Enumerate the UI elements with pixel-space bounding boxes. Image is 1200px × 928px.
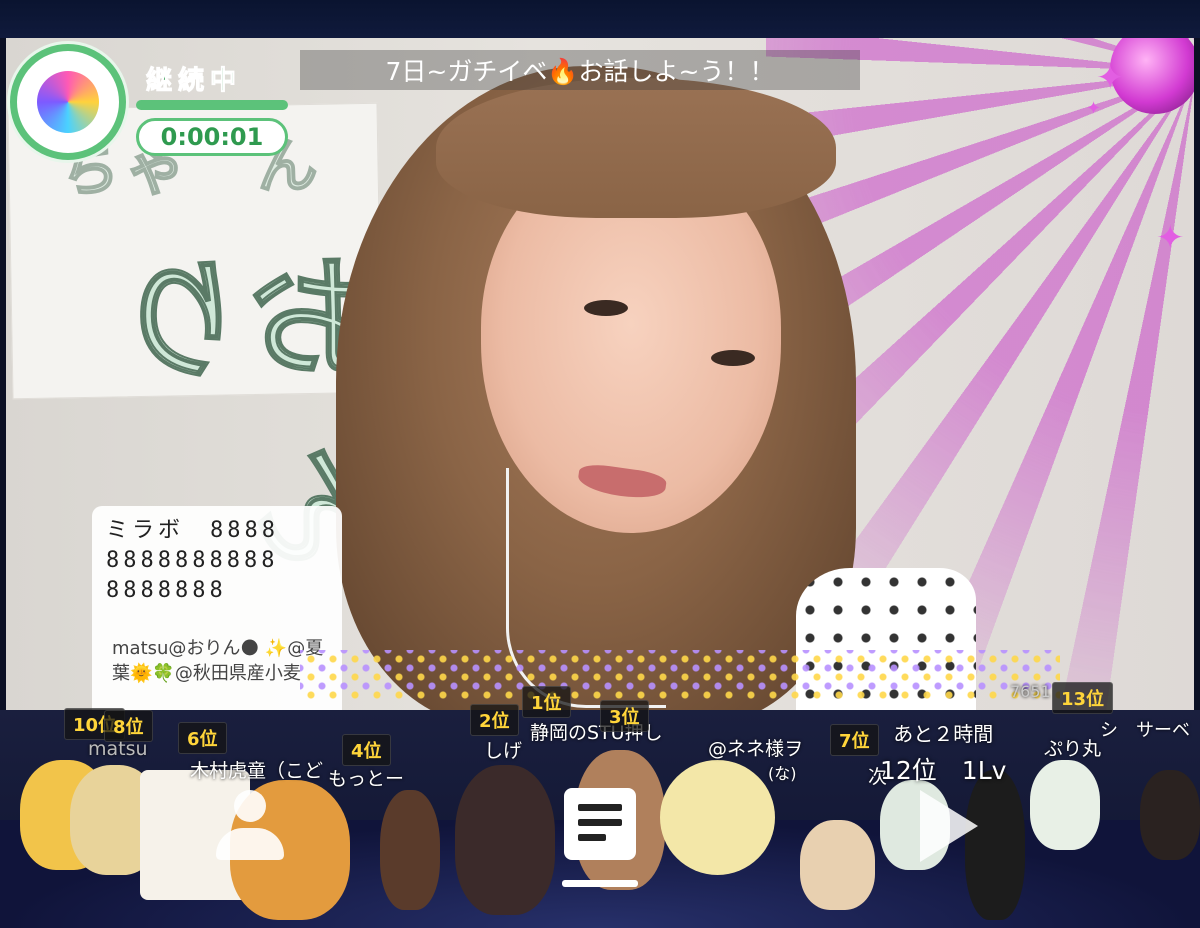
rank-info: あと２時間 12位 1Lv	[880, 718, 1006, 787]
stream-title: 7日~ガチイベ🔥お話しよ~う！！	[300, 50, 860, 90]
rank-tag: 1位	[522, 686, 571, 718]
view-count: 7651	[1010, 682, 1051, 701]
rank-tag: 13位	[1052, 682, 1114, 714]
user-icon-body	[216, 828, 284, 860]
avatar	[380, 790, 440, 910]
avatar	[1140, 770, 1200, 860]
rank-name-fragment: (な)	[768, 764, 797, 783]
rank-tag: 3位	[600, 700, 649, 732]
sparkle-icon: ✦	[1096, 58, 1125, 98]
disco-ball-icon	[37, 71, 99, 133]
avatar	[660, 760, 775, 875]
status-label: 継続中	[145, 66, 243, 97]
user-icon[interactable]	[212, 788, 286, 862]
comment-card: ミラボ 8888 8888888888 8888888 matsu@おりん🌑 ✨…	[92, 506, 342, 741]
next-arrow-icon[interactable]	[920, 790, 978, 862]
status-badge	[10, 44, 126, 160]
avatar	[455, 765, 555, 915]
confetti-effect	[300, 650, 1060, 700]
menu-line	[578, 834, 606, 841]
stream-timer: 0:00:01	[136, 118, 288, 156]
rank-name: ぷり丸	[1044, 738, 1102, 760]
rank-name: 木村虎童（こど	[190, 760, 324, 782]
rank-name-fragment: matsu	[88, 738, 148, 760]
status-progress-bar	[136, 100, 288, 110]
current-rank-level: 12位 1Lv	[880, 756, 1007, 785]
rank-name: @ネネ様ヲ	[708, 738, 804, 760]
avatar	[800, 820, 875, 910]
avatar	[1030, 760, 1100, 850]
rank-name: もっとー	[328, 768, 405, 790]
rank-name: しげ	[484, 740, 523, 762]
sparkle-icon: ✦	[1156, 218, 1185, 258]
menu-line	[578, 819, 622, 826]
comment-main-text: ミラボ 8888 8888888888 8888888	[106, 518, 279, 603]
top-bar	[0, 0, 1200, 38]
menu-icon[interactable]	[564, 788, 636, 860]
rank-tag: 6位	[178, 722, 227, 754]
rank-tag: 2位	[470, 704, 519, 736]
sparkle-icon: ✦	[1086, 98, 1102, 119]
rank-tag: 4位	[342, 734, 391, 766]
streamer-eye-left	[584, 300, 628, 316]
rank-name-fragment: シ サーベ	[1100, 720, 1190, 741]
streamer-bangs	[436, 78, 836, 218]
user-icon-head	[234, 790, 266, 822]
remaining-time: あと２時間	[893, 722, 994, 746]
streamer-eye-right	[711, 350, 755, 366]
menu-line	[578, 804, 622, 811]
menu-active-indicator	[562, 880, 638, 887]
rank-tag: 7位	[830, 724, 879, 756]
